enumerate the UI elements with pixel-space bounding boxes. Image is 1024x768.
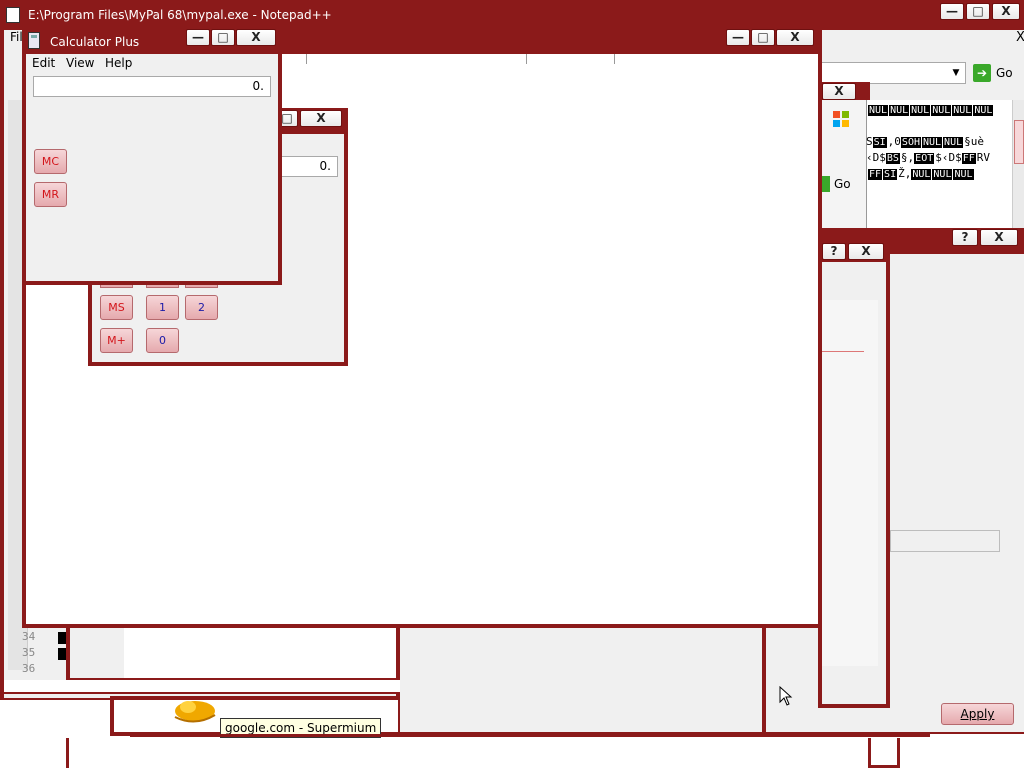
- hex-text: ,0: [887, 135, 901, 148]
- hex-text: RV: [976, 151, 991, 164]
- hex-text: §,: [900, 151, 915, 164]
- ctl-nul: NUL: [953, 169, 974, 180]
- ruler-tick: [306, 54, 307, 64]
- notepadpp-minimize-button[interactable]: —: [940, 3, 964, 20]
- ctl-si: SI: [883, 169, 898, 180]
- ctl-nul: NUL: [932, 169, 953, 180]
- ctl-nul: NUL: [868, 105, 889, 116]
- right-close-glyph[interactable]: X: [1016, 30, 1024, 45]
- supermium-logo-icon: [170, 697, 220, 723]
- calculator-menu-help[interactable]: Help: [105, 56, 132, 70]
- digit-1-button[interactable]: 1: [146, 295, 179, 320]
- ctl-nul: NUL: [911, 169, 932, 180]
- hex-window-close-button[interactable]: X: [822, 83, 856, 100]
- hex-text: $‹D$: [935, 151, 962, 164]
- mc-button[interactable]: MC: [34, 149, 67, 174]
- scrollbar-thumb[interactable]: [1014, 120, 1024, 164]
- calculator-minimize-button[interactable]: —: [186, 29, 210, 46]
- mr-button[interactable]: MR: [34, 182, 67, 207]
- ctl-ff: FF: [961, 153, 976, 164]
- toolbar-strip: [820, 30, 1024, 62]
- main-maximize-button[interactable]: □: [751, 29, 775, 46]
- line-number-35: 35: [22, 646, 36, 659]
- divider: [822, 351, 864, 352]
- hex-text: Ž,: [898, 167, 912, 180]
- nul-marker: [58, 632, 66, 644]
- windows-logo-icon: [832, 110, 850, 128]
- chevron-down-icon[interactable]: ▼: [949, 65, 963, 81]
- ctl-nul: NUL: [952, 105, 973, 116]
- notepad-app-icon: [6, 7, 20, 23]
- calculator-menu-view[interactable]: View: [66, 56, 94, 70]
- back-calculator-close-button[interactable]: X: [300, 110, 342, 127]
- notepadpp-maximize-button[interactable]: □: [966, 3, 990, 20]
- ruler-tick: [526, 54, 527, 64]
- bottom-red-mark: [66, 738, 69, 768]
- hex-text: §uè: [964, 135, 984, 148]
- calculator-title: Calculator Plus: [50, 35, 140, 49]
- ctl-si: SI: [872, 137, 887, 148]
- digit-0-button[interactable]: 0: [146, 328, 179, 353]
- ctl-eot: EOT: [914, 153, 935, 164]
- hex-line-2: SSI ,0SOH NUL NUL §uè: [866, 135, 984, 148]
- line-number-34: 34: [22, 630, 36, 643]
- inner-dialog-help-button[interactable]: ?: [822, 243, 846, 260]
- ctl-soh: SOH: [900, 137, 921, 148]
- calculator-maximize-button[interactable]: □: [211, 29, 235, 46]
- notepadpp-titlebar: E:\Program Files\MyPal 68\mypal.exe - No…: [0, 0, 1024, 30]
- ctl-bs: BS: [885, 153, 900, 164]
- calculator-close-button[interactable]: X: [236, 29, 276, 46]
- ms-button[interactable]: MS: [100, 295, 133, 320]
- apply-button[interactable]: Apply: [941, 703, 1014, 725]
- ctl-nul: NUL: [910, 105, 931, 116]
- notepadpp-close-button[interactable]: X: [992, 3, 1020, 20]
- ctl-nul: NUL: [943, 137, 964, 148]
- dialog-help-button[interactable]: ?: [952, 229, 978, 246]
- inner-dialog-close-button[interactable]: X: [848, 243, 884, 260]
- dialog-close-button[interactable]: X: [980, 229, 1018, 246]
- hex-scrollbar[interactable]: [1012, 100, 1024, 230]
- ctl-nul: NUL: [921, 137, 943, 148]
- hex-line-1: NUL NUL NUL NUL NUL NUL: [868, 103, 994, 116]
- bottom-red-box: [868, 738, 900, 768]
- bottom-red-line: [130, 734, 930, 737]
- dialog-text-field[interactable]: [890, 530, 1000, 552]
- notepadpp-menu-file[interactable]: Fil: [10, 30, 23, 44]
- notepadpp-title: E:\Program Files\MyPal 68\mypal.exe - No…: [28, 8, 332, 22]
- ruler-tick: [614, 54, 615, 64]
- bottom-strip: [4, 680, 400, 694]
- calculator-app-icon-screen: [31, 35, 37, 38]
- main-close-button[interactable]: X: [776, 29, 814, 46]
- calculator-app-icon: [28, 32, 40, 49]
- hex-line-3: ‹D$BS §,EOT $‹D$FF RV: [866, 151, 990, 164]
- digit-2-button[interactable]: 2: [185, 295, 218, 320]
- ctl-nul: NUL: [973, 105, 994, 116]
- inner-dialog-panel: [822, 300, 878, 666]
- hex-view: [866, 100, 1024, 230]
- calculator-menu-edit[interactable]: Edit: [32, 56, 55, 70]
- m-plus-button[interactable]: M+: [100, 328, 133, 353]
- calculator-display: 0.: [33, 76, 271, 97]
- ctl-nul: NUL: [931, 105, 952, 116]
- mouse-cursor-icon: [779, 685, 793, 706]
- go-arrow-icon[interactable]: ➔: [973, 64, 991, 82]
- nul-marker: [58, 648, 66, 660]
- bottom-window-1-panel: [70, 624, 124, 678]
- ctl-ff: FF: [868, 169, 883, 180]
- go-button-label[interactable]: Go: [996, 66, 1013, 80]
- bottom-window-2-client: [400, 624, 762, 732]
- ctl-nul: NUL: [889, 105, 910, 116]
- hex-text: S: [866, 135, 873, 148]
- address-combo[interactable]: ▼: [820, 62, 966, 84]
- main-minimize-button[interactable]: —: [726, 29, 750, 46]
- hex-line-4: FF SI Ž,NUL NUL NUL: [868, 167, 975, 180]
- hex-text: ‹D$: [866, 151, 886, 164]
- hex-go-label[interactable]: Go: [834, 177, 851, 191]
- line-number-36: 36: [22, 662, 36, 675]
